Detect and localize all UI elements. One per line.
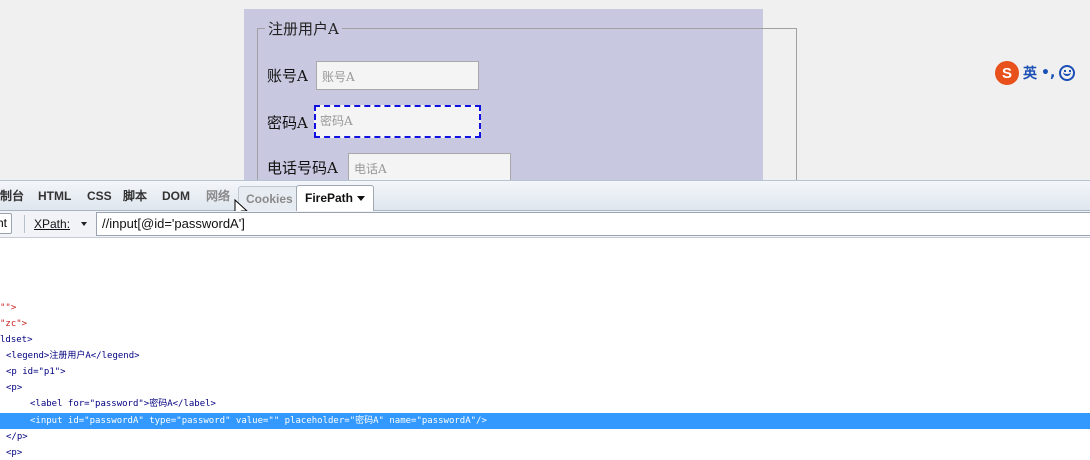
tab-dom[interactable]: DOM — [162, 181, 190, 211]
tree-node-p-close[interactable]: </p> — [6, 430, 28, 444]
tree-node-label[interactable]: <label for="password">密码A</label> — [30, 397, 216, 411]
password-input[interactable]: 密码A — [314, 105, 481, 138]
tree-node-p-next[interactable]: <p> — [6, 446, 22, 460]
account-input[interactable]: 账号A — [316, 61, 479, 90]
firepath-toolbar: ht XPath: //input[@id='passwordA'] — [0, 211, 1090, 238]
xpath-mode-label: XPath: — [34, 217, 71, 231]
tree-node[interactable]: "zc"> — [0, 317, 27, 331]
tree-node-p1[interactable]: <p id="p1"> — [6, 365, 66, 379]
tab-html[interactable]: HTML — [38, 181, 71, 211]
toolbar-divider — [24, 215, 25, 233]
smiley-icon[interactable] — [1059, 65, 1076, 81]
chevron-down-icon — [357, 196, 366, 202]
tree-node-selected-input[interactable]: <input id="passwordA" type="password" va… — [0, 413, 1090, 429]
tree-node[interactable]: ""> — [0, 301, 16, 315]
xpath-expression-input[interactable]: //input[@id='passwordA'] — [96, 212, 1090, 236]
html-tree-panel: ""> "zc"> ldset> <legend>注册用户A</legend> … — [0, 238, 1090, 458]
password-label: 密码A — [267, 114, 308, 132]
account-label: 账号A — [267, 67, 308, 85]
xpath-mode-selector[interactable]: XPath: — [34, 211, 70, 237]
tab-css[interactable]: CSS — [87, 181, 112, 211]
tab-firepath-label: FirePath — [305, 191, 354, 205]
tree-node-legend[interactable]: <legend>注册用户A</legend> — [6, 349, 140, 363]
tab-script[interactable]: 脚本 — [123, 181, 147, 211]
ime-toolbar[interactable]: S 英 •, — [995, 59, 1076, 87]
fieldset-legend: 注册用户A — [265, 18, 342, 39]
browser-page: 注册用户A 账号A 账号A 密码A 密码A 电话号码A 电话A S 英 •, — [0, 0, 1090, 180]
highlight-button[interactable]: ht — [0, 213, 12, 234]
tree-node-p[interactable]: <p> — [6, 381, 22, 395]
phone-input[interactable]: 电话A — [348, 153, 511, 180]
tab-firepath[interactable]: FirePath — [296, 185, 375, 213]
tab-console[interactable]: 制台 — [0, 181, 24, 211]
sogou-logo-icon[interactable]: S — [995, 61, 1019, 85]
chevron-down-icon[interactable] — [81, 222, 87, 226]
phone-label: 电话号码A — [267, 159, 338, 177]
ime-punctuation-toggle[interactable]: •, — [1041, 65, 1055, 81]
fieldset-border — [257, 28, 797, 180]
tab-network[interactable]: 网络 — [206, 181, 230, 211]
tree-node[interactable]: ldset> — [0, 333, 33, 347]
devtools-tab-bar: 制台 HTML CSS 脚本 DOM 网络 Cookies FirePath — [0, 180, 1090, 213]
ime-language-toggle[interactable]: 英 — [1023, 63, 1037, 83]
